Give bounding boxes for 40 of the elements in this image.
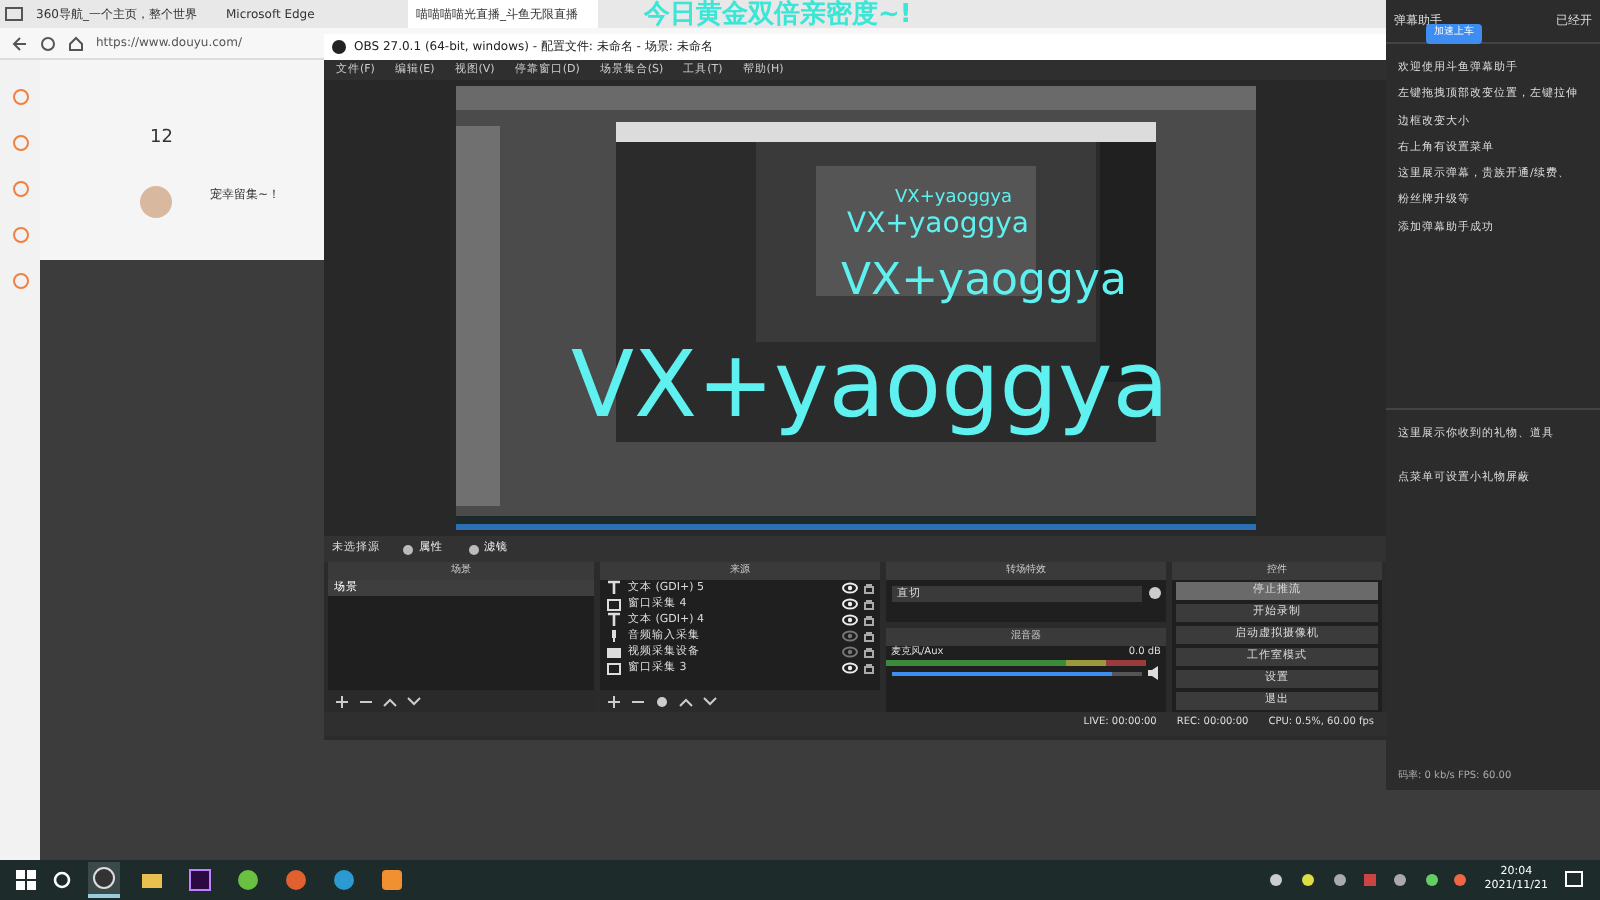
move-up-icon[interactable] — [382, 693, 398, 709]
window-source-icon — [606, 596, 622, 612]
lock-icon[interactable] — [864, 582, 874, 594]
search-icon[interactable] — [52, 870, 72, 890]
text-source-icon — [606, 580, 622, 596]
move-down-icon[interactable] — [406, 693, 422, 709]
browser-icon[interactable] — [236, 868, 260, 892]
text-source-icon — [606, 612, 622, 628]
lock-icon[interactable] — [864, 646, 874, 658]
overlay-text: VX+yaoggya — [895, 190, 1012, 208]
tray-icons[interactable] — [1268, 872, 1469, 888]
move-down-icon[interactable] — [702, 693, 718, 709]
microphone-icon — [606, 628, 622, 644]
flame-icon[interactable] — [284, 868, 308, 892]
obs-logo-icon — [332, 40, 346, 54]
overlay-text: VX+yaoggya — [847, 210, 1029, 238]
add-icon[interactable] — [334, 693, 350, 709]
lock-icon[interactable] — [864, 662, 874, 674]
speaker-icon[interactable] — [1147, 666, 1161, 680]
overlay-text: 今日黄金双倍亲密度~! — [644, 0, 912, 32]
overlay-text: VX+yaoggya — [841, 260, 1127, 304]
premiere-icon[interactable] — [188, 868, 212, 892]
lock-icon[interactable] — [864, 598, 874, 610]
obs-icon[interactable] — [92, 866, 116, 890]
window-source-icon — [606, 660, 622, 676]
folder-icon[interactable] — [140, 868, 164, 892]
app-icon[interactable] — [380, 868, 404, 892]
avatar-icon — [140, 186, 172, 218]
home-icon[interactable] — [68, 35, 84, 51]
add-icon[interactable] — [606, 693, 622, 709]
camera-icon — [606, 644, 622, 660]
windows-start-icon[interactable] — [16, 870, 36, 890]
lock-icon[interactable] — [864, 630, 874, 642]
notification-icon[interactable] — [1564, 870, 1584, 890]
edge-icon[interactable] — [332, 868, 356, 892]
lock-icon[interactable] — [864, 614, 874, 626]
refresh-icon[interactable] — [40, 35, 56, 51]
back-icon[interactable] — [12, 35, 28, 51]
follow-count: 12 — [150, 126, 173, 152]
move-up-icon[interactable] — [678, 693, 694, 709]
